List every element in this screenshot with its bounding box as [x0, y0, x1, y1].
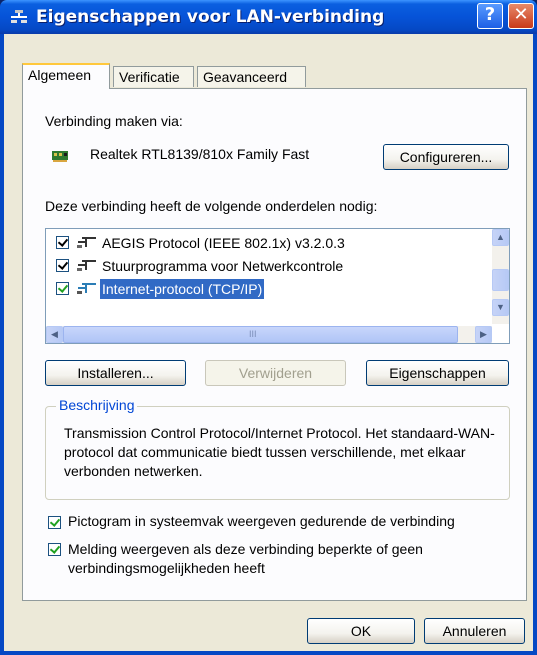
- adapter-name: Realtek RTL8139/810x Family Fast: [90, 146, 310, 162]
- tab-algemeen[interactable]: Algemeen: [22, 63, 110, 89]
- window-frame-bottom: [0, 651, 537, 655]
- horizontal-scroll-thumb[interactable]: III: [63, 326, 458, 343]
- protocol-icon: [77, 237, 96, 248]
- network-connection-icon: [11, 10, 27, 23]
- install-button[interactable]: Installeren...: [45, 360, 186, 386]
- components-list[interactable]: AEGIS Protocol (IEEE 802.1x) v3.2.0.3 St…: [45, 228, 510, 344]
- component-label: Stuurprogramma voor Netwerkcontrole: [102, 258, 344, 274]
- scroll-up-icon[interactable]: ▲: [492, 229, 509, 246]
- connect-via-label: Verbinding maken via:: [45, 113, 183, 129]
- title-bar[interactable]: Eigenschappen voor LAN-verbinding ? ✕: [0, 0, 537, 34]
- network-adapter-icon: [52, 151, 68, 162]
- properties-button[interactable]: Eigenschappen: [366, 360, 509, 386]
- notify-limited-label[interactable]: Melding weergeven als deze verbinding be…: [68, 540, 508, 578]
- scroll-down-icon[interactable]: ▼: [492, 299, 509, 316]
- help-button[interactable]: ?: [477, 3, 503, 29]
- scroll-left-icon[interactable]: ◀: [46, 326, 63, 343]
- components-label: Deze verbinding heeft de volgende onderd…: [45, 198, 378, 214]
- component-label: AEGIS Protocol (IEEE 802.1x) v3.2.0.3: [102, 235, 345, 251]
- protocol-icon: [77, 283, 96, 294]
- window-frame-right: [533, 34, 537, 655]
- cancel-button[interactable]: Annuleren: [424, 618, 525, 644]
- show-icon-label[interactable]: Pictogram in systeemvak weergeven gedure…: [68, 513, 455, 529]
- show-icon-checkbox[interactable]: [48, 516, 61, 529]
- component-checkbox[interactable]: [56, 282, 69, 295]
- scroll-right-icon[interactable]: ▶: [475, 326, 492, 343]
- tab-verificatie[interactable]: Verificatie: [113, 66, 194, 87]
- component-checkbox[interactable]: [56, 259, 69, 272]
- vertical-scrollbar[interactable]: ▲ ▼: [492, 229, 509, 324]
- scroll-thumb[interactable]: [492, 269, 509, 291]
- horizontal-scrollbar[interactable]: ◀ III ▶: [46, 326, 492, 343]
- notify-limited-checkbox[interactable]: [48, 543, 61, 556]
- scroll-grip: III: [249, 329, 257, 339]
- tab-geavanceerd[interactable]: Geavanceerd: [197, 66, 306, 87]
- remove-button[interactable]: Verwijderen: [205, 360, 346, 386]
- configure-button[interactable]: Configureren...: [383, 144, 509, 170]
- close-button[interactable]: ✕: [508, 3, 534, 29]
- description-text: Transmission Control Protocol/Internet P…: [64, 425, 495, 479]
- description-legend: Beschrijving: [56, 397, 138, 413]
- window-title: Eigenschappen voor LAN-verbinding: [36, 7, 385, 27]
- protocol-icon: [77, 260, 96, 271]
- properties-window: Eigenschappen voor LAN-verbinding ? ✕ Al…: [0, 0, 537, 655]
- component-checkbox[interactable]: [56, 236, 69, 249]
- ok-button[interactable]: OK: [307, 618, 415, 644]
- component-label: Internet-protocol (TCP/IP): [100, 279, 265, 299]
